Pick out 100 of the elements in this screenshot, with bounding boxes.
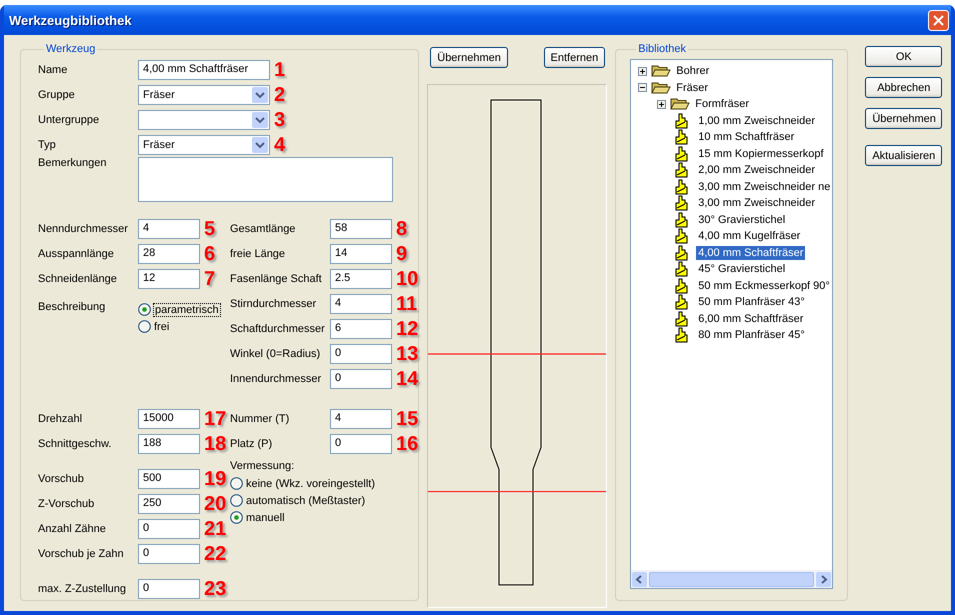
tree-item[interactable]: 3,00 mm Zweischneider bbox=[696, 196, 818, 210]
radio-label[interactable]: manuell bbox=[246, 512, 285, 524]
cutter-icon bbox=[674, 178, 688, 195]
field-label: Innendurchmesser bbox=[230, 372, 322, 384]
annotation-number: 5 bbox=[203, 218, 216, 238]
radio-button[interactable] bbox=[230, 477, 243, 490]
remarks-field[interactable] bbox=[138, 157, 393, 202]
input-field[interactable]: 14 bbox=[330, 244, 392, 264]
cutter-icon bbox=[674, 278, 688, 294]
input-field[interactable]: 4 bbox=[330, 408, 392, 428]
cutter-icon bbox=[674, 162, 688, 178]
annotation-number: 21 bbox=[203, 518, 226, 538]
annotation-number: 3 bbox=[273, 110, 286, 130]
expand-toggle[interactable] bbox=[638, 66, 648, 76]
radio-label[interactable]: keine (Wkz. voreingestellt) bbox=[246, 478, 375, 490]
tree-item[interactable]: 3,00 mm Zweischneider ne bbox=[696, 180, 832, 194]
scroll-right-icon[interactable] bbox=[816, 572, 832, 587]
annotation-number: 11 bbox=[395, 294, 418, 314]
scroll-thumb[interactable] bbox=[649, 572, 814, 587]
tree-item[interactable]: 80 mm Planfräser 45° bbox=[696, 328, 807, 342]
field-label: Vorschub bbox=[38, 472, 85, 484]
tree-item[interactable]: 10 mm Schaftfräser bbox=[696, 130, 796, 144]
field-label: Anzahl Zähne bbox=[38, 522, 107, 534]
action-button[interactable]: Übernehmen bbox=[430, 47, 508, 68]
tree-item[interactable]: 2,00 mm Zweischneider bbox=[696, 163, 818, 178]
tree-item[interactable]: 50 mm Planfräser 43° bbox=[696, 295, 807, 310]
annotation-number: 9 bbox=[395, 244, 408, 264]
tree-item[interactable]: 50 mm Eckmesserkopf 90° bbox=[696, 278, 832, 293]
group-title: Bibliothek bbox=[637, 43, 687, 55]
input-field[interactable]: 188 bbox=[138, 434, 200, 454]
input-field[interactable]: 4 bbox=[138, 218, 200, 238]
annotation-number: 15 bbox=[395, 408, 418, 428]
field-label: Nummer (T) bbox=[230, 412, 290, 424]
annotation-number: 22 bbox=[203, 544, 226, 564]
dialog-button[interactable]: Übernehmen bbox=[865, 108, 942, 129]
tree-item[interactable]: 30° Gravierstichel bbox=[696, 212, 788, 227]
cutter-icon bbox=[674, 310, 688, 327]
radio-label[interactable]: parametrisch bbox=[154, 304, 220, 316]
folder-icon bbox=[670, 97, 690, 112]
field-label: Z-Vorschub bbox=[38, 498, 96, 510]
dialog-button[interactable]: Aktualisieren bbox=[865, 145, 942, 166]
input-field[interactable]: 0 bbox=[330, 344, 392, 364]
expand-toggle[interactable] bbox=[638, 83, 648, 92]
input-field[interactable]: 4 bbox=[330, 294, 392, 314]
tree-item[interactable]: Bohrer bbox=[674, 64, 712, 78]
field-label: Platz (P) bbox=[230, 438, 274, 450]
field-label: Typ bbox=[38, 138, 57, 150]
tree-item[interactable]: 45° Gravierstichel bbox=[696, 262, 788, 276]
input-field[interactable]: 0 bbox=[138, 544, 200, 564]
field-label: Ausspannlänge bbox=[38, 248, 115, 260]
input-field[interactable]: 2.5 bbox=[330, 268, 392, 288]
tree-item[interactable]: 6,00 mm Schaftfräser bbox=[696, 312, 806, 326]
cutter-icon bbox=[674, 327, 688, 344]
close-icon[interactable] bbox=[928, 10, 949, 30]
dropdown[interactable]: Fräser bbox=[138, 84, 270, 104]
cutter-icon bbox=[674, 294, 688, 310]
dropdown[interactable]: Fräser bbox=[138, 134, 270, 154]
input-field[interactable]: 15000 bbox=[138, 408, 200, 428]
input-field[interactable]: 4,00 mm Schaftfräser bbox=[138, 60, 270, 80]
tree-item[interactable]: 4,00 mm Kugelfräser bbox=[696, 229, 802, 244]
horizontal-scrollbar[interactable] bbox=[631, 570, 832, 588]
annotation-number: 12 bbox=[395, 318, 418, 338]
input-field[interactable]: 0 bbox=[330, 368, 392, 388]
annotation-number: 17 bbox=[203, 408, 226, 428]
input-field[interactable]: 58 bbox=[330, 218, 392, 238]
dialog-button[interactable]: OK bbox=[865, 46, 942, 67]
tree-item[interactable]: Formfräser bbox=[693, 97, 752, 112]
input-field[interactable]: 500 bbox=[138, 468, 200, 488]
window-title: Werkzeugbibliothek bbox=[9, 12, 132, 28]
dialog-button[interactable]: Abbrechen bbox=[865, 77, 942, 98]
tree-item[interactable]: Fräser bbox=[674, 80, 710, 95]
annotation-number: 7 bbox=[203, 268, 216, 288]
field-label: Bemerkungen bbox=[38, 157, 108, 169]
input-field[interactable]: 250 bbox=[138, 494, 200, 514]
input-field[interactable]: 0 bbox=[138, 518, 200, 538]
input-field[interactable]: 0 bbox=[138, 578, 200, 598]
expand-toggle[interactable] bbox=[657, 100, 666, 109]
radio-button[interactable] bbox=[138, 320, 151, 333]
tree-item[interactable]: 4,00 mm Schaftfräser bbox=[696, 246, 806, 260]
radio-label[interactable]: automatisch (Meßtaster) bbox=[246, 494, 366, 506]
input-field[interactable]: 6 bbox=[330, 318, 392, 338]
input-field[interactable]: 12 bbox=[138, 268, 200, 288]
field-label: Winkel (0=Radius) bbox=[230, 348, 322, 360]
radio-button[interactable] bbox=[230, 494, 243, 507]
folder-icon bbox=[651, 64, 672, 78]
action-button[interactable]: Entfernen bbox=[544, 47, 606, 68]
field-label: Name bbox=[38, 64, 68, 76]
cutter-icon bbox=[674, 261, 688, 278]
radio-button[interactable] bbox=[230, 511, 243, 524]
input-field[interactable]: 0 bbox=[330, 434, 392, 454]
annotation-number: 8 bbox=[395, 218, 408, 238]
dropdown[interactable] bbox=[138, 110, 270, 130]
folder-icon bbox=[651, 80, 672, 95]
tree-item[interactable]: 15 mm Kopiermesserkopf bbox=[696, 146, 826, 161]
input-field[interactable]: 28 bbox=[138, 244, 200, 264]
radio-label[interactable]: frei bbox=[154, 320, 170, 332]
tree-item[interactable]: 1,00 mm Zweischneider bbox=[696, 114, 818, 128]
field-label: max. Z-Zustellung bbox=[38, 582, 128, 594]
scroll-left-icon[interactable] bbox=[632, 572, 648, 587]
radio-button[interactable] bbox=[138, 303, 151, 316]
